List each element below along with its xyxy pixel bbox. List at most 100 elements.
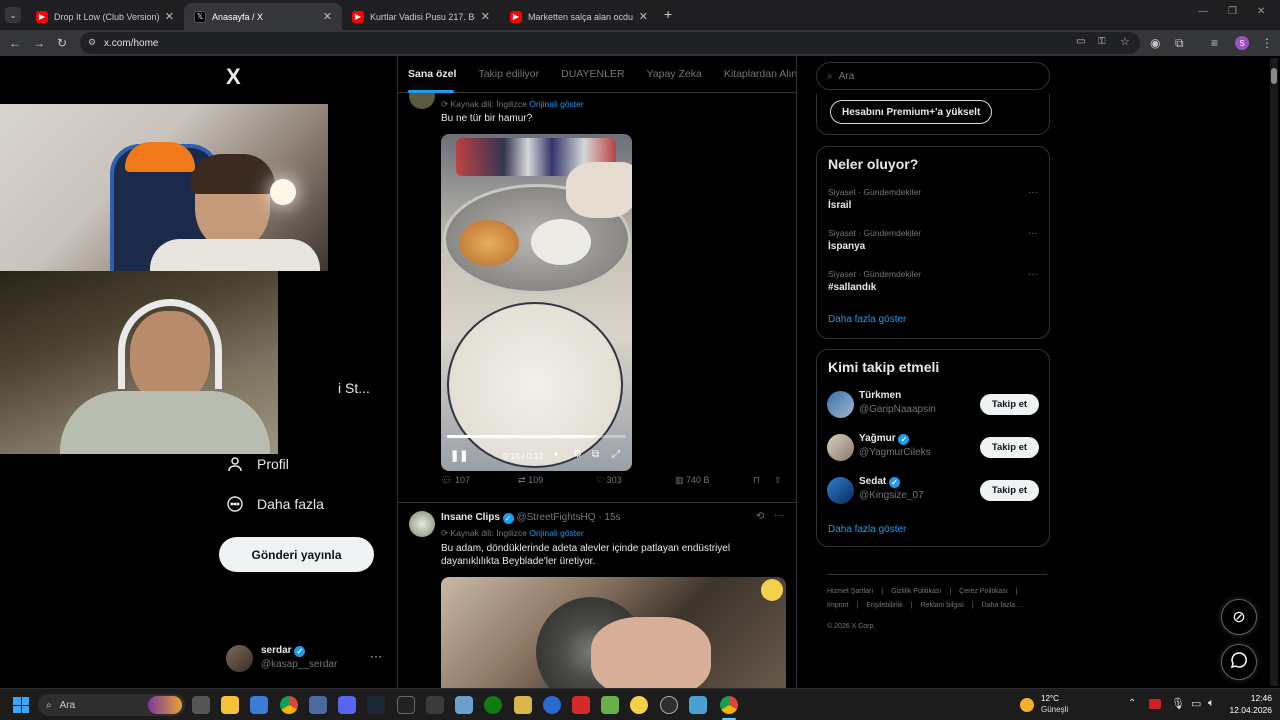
fullscreen-icon[interactable]: ⤢ <box>612 449 620 460</box>
obs-icon[interactable] <box>660 696 678 714</box>
app-grid-icon[interactable] <box>426 696 444 714</box>
search-input[interactable]: ⌕ Ara <box>816 62 1050 90</box>
views-button[interactable]: ▥ 740 B <box>675 475 710 486</box>
tab-for-you[interactable]: Sana özel <box>408 68 456 80</box>
settings-gear-icon[interactable]: ⚙ <box>573 449 582 460</box>
restore-window-icon[interactable]: ❐ <box>1228 6 1237 17</box>
browser-tab-x[interactable]: 𝕏 Anasayfa / X ✕ <box>184 3 342 30</box>
post-image[interactable] <box>441 577 786 688</box>
taskbar-search-box[interactable]: ⌕ Ara <box>38 694 185 716</box>
volume-icon[interactable]: 🔈︎ <box>1208 697 1215 710</box>
footer-link[interactable]: Reklam bilgisi <box>921 602 964 609</box>
close-tab-icon[interactable]: ✕ <box>481 10 490 23</box>
repost-button[interactable]: ⇄ 109 <box>518 475 543 486</box>
steam-icon[interactable] <box>367 696 385 714</box>
trend-item[interactable]: Siyaset · Gündemdekiler İspanya ··· <box>828 228 1038 252</box>
follow-button[interactable]: Takip et <box>980 437 1039 458</box>
folder-icon[interactable] <box>514 696 532 714</box>
tab-duayenler[interactable]: DUAYENLER <box>561 68 624 80</box>
chrome-profile-icon[interactable] <box>720 696 738 714</box>
post-time[interactable]: · 15s <box>598 512 620 523</box>
grok-float-button[interactable]: ⊘ <box>1221 599 1257 635</box>
mute-icon[interactable]: 🔈︎ <box>554 449 560 460</box>
tab-following[interactable]: Takip ediliyor <box>478 68 539 80</box>
picture-in-picture-icon[interactable]: ⧉ <box>592 449 599 460</box>
follow-show-more-link[interactable]: Daha fazla göster <box>828 524 906 535</box>
network-icon[interactable]: ▭ <box>1191 697 1201 710</box>
nav-more[interactable]: Daha fazla <box>226 495 324 513</box>
store-icon[interactable] <box>250 696 268 714</box>
trends-show-more-link[interactable]: Daha fazla göster <box>828 314 906 325</box>
premium-upgrade-button[interactable]: Hesabını Premium+'a yükselt <box>830 100 993 124</box>
x-logo[interactable]: X <box>226 64 241 90</box>
close-tab-icon[interactable]: ✕ <box>639 10 648 23</box>
trend-item[interactable]: Siyaset · Gündemdekiler #sallandık ··· <box>828 269 1038 293</box>
footer-link[interactable]: Çerez Politikası <box>959 588 1008 595</box>
close-tab-icon[interactable]: ✕ <box>323 10 332 23</box>
reply-button[interactable]: 💬︎ 107 <box>441 475 470 486</box>
more-dots-icon[interactable]: ··· <box>370 649 382 663</box>
browser-tab-youtube-3[interactable]: ▶ Marketten salça alan ocdur Jah ✕ <box>500 3 658 30</box>
reload-icon[interactable]: ↻ <box>57 36 67 50</box>
pause-icon[interactable]: ❚❚ <box>450 449 468 462</box>
weather-widget[interactable]: 12°C Güneşli <box>1020 693 1100 717</box>
bookmark-icon[interactable]: ⊓ <box>753 475 760 486</box>
extensions-puzzle-icon[interactable]: ⧉ <box>1175 36 1184 50</box>
trend-item[interactable]: Siyaset · Gündemdekiler İsrail ··· <box>828 187 1038 211</box>
notepad-icon[interactable] <box>601 696 619 714</box>
show-original-link[interactable]: Orijinali göster <box>529 528 583 538</box>
microphone-icon[interactable]: 🎙︎ <box>1171 697 1185 710</box>
xbox-icon[interactable] <box>484 696 502 714</box>
video-player[interactable]: ❚❚ 0:10 / 0:12 🔈︎ ⚙ ⧉ ⤢ <box>441 134 632 471</box>
show-original-link[interactable]: Orijinali göster <box>529 99 583 109</box>
browser-tab-youtube-2[interactable]: ▶ Kurtlar Vadisi Pusu 217. Bölüm ✕ <box>342 3 500 30</box>
footer-link[interactable]: Imprint <box>827 602 848 609</box>
footer-link[interactable]: Hizmet Şartları <box>827 588 873 595</box>
task-view-icon[interactable] <box>192 696 210 714</box>
bookmark-star-icon[interactable]: ☆ <box>1120 35 1130 48</box>
media-queue-icon[interactable]: ≡ <box>1211 36 1218 50</box>
tab-search-button[interactable]: ⌄ <box>5 7 21 23</box>
back-arrow-icon[interactable]: ← <box>9 36 21 50</box>
post-2[interactable]: Insane Clips ✓ @StreetFightsHQ · 15s ⟲ ·… <box>398 504 796 688</box>
post-button[interactable]: Gönderi yayınla <box>219 537 374 572</box>
trend-more-icon[interactable]: ··· <box>1028 269 1038 280</box>
incognito-icon[interactable]: ◉ <box>1150 36 1160 50</box>
password-key-icon[interactable]: ⚿ <box>1098 36 1106 47</box>
close-tab-icon[interactable]: ✕ <box>165 10 174 23</box>
discord-icon[interactable] <box>338 696 356 714</box>
author-handle[interactable]: @StreetFightsHQ <box>516 512 595 523</box>
follow-button[interactable]: Takip et <box>980 480 1039 501</box>
post-more-icon[interactable]: ··· <box>774 510 784 521</box>
address-bar[interactable]: ⚙ x.com/home ▭ ⚿ ☆ <box>80 32 1140 54</box>
app-icon[interactable] <box>309 696 327 714</box>
file-explorer-icon[interactable] <box>221 696 239 714</box>
share-icon[interactable]: ⇧ <box>774 475 782 486</box>
trend-more-icon[interactable]: ··· <box>1028 228 1038 239</box>
browser-tab-youtube-1[interactable]: ▶ Drop It Low (Club Version) - YouTube ✕ <box>26 3 184 30</box>
chrome-icon[interactable] <box>280 696 298 714</box>
lightbulb-icon[interactable] <box>630 696 648 714</box>
photos-icon[interactable] <box>455 696 473 714</box>
tab-yapay-zeka[interactable]: Yapay Zeka <box>647 68 702 80</box>
cast-icon[interactable]: ▭ <box>1076 36 1085 47</box>
new-tab-icon[interactable]: + <box>664 6 672 22</box>
tab-kitaplardan[interactable]: Kitaplardan Alıntı <box>724 68 796 80</box>
browser-menu-icon[interactable]: ⋮ <box>1261 36 1273 50</box>
follow-suggestion[interactable]: Türkmen @GaripNaaapsin Takip et <box>827 389 1039 419</box>
site-info-icon[interactable]: ⚙ <box>88 37 96 48</box>
nav-profile[interactable]: Profil <box>226 455 289 473</box>
epic-games-icon[interactable] <box>397 696 415 714</box>
clock-date[interactable]: 12.04.2026 <box>1224 705 1272 715</box>
windows-start-icon[interactable] <box>13 697 29 713</box>
trend-more-icon[interactable]: ··· <box>1028 187 1038 198</box>
page-scrollbar[interactable] <box>1270 58 1278 686</box>
follow-suggestion[interactable]: Sedat ✓ @Kingsize_07 Takip et <box>827 475 1039 505</box>
scrollbar-thumb[interactable] <box>1271 68 1277 84</box>
post-1[interactable]: ⟳ Kaynak dili: İngilizce Orijinali göste… <box>398 83 796 503</box>
profile-avatar[interactable]: S <box>1235 36 1249 50</box>
footer-link[interactable]: Daha fazla ... <box>982 602 1023 609</box>
account-switcher[interactable]: serdar ✓ @kasap__serdar ··· <box>226 643 386 675</box>
footer-link[interactable]: Erişilebilirlik <box>866 602 903 609</box>
messages-float-button[interactable] <box>1221 644 1257 680</box>
